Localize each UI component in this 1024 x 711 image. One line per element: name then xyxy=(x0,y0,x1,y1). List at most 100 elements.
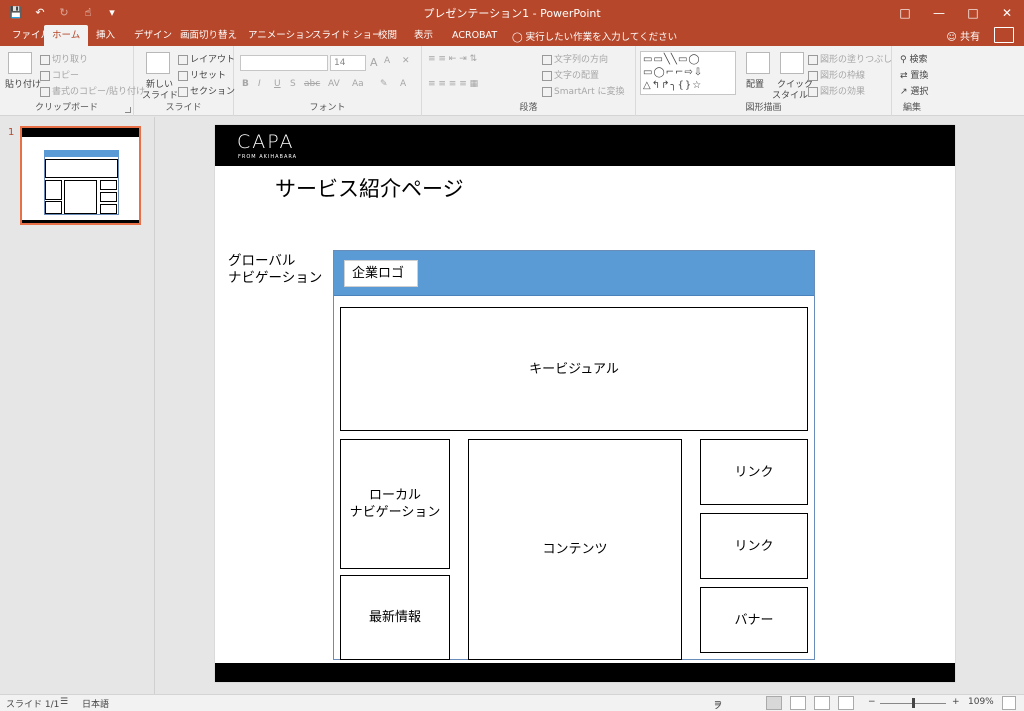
underline-button[interactable]: U xyxy=(274,79,281,89)
ribbon-display-icon[interactable]: □ xyxy=(888,0,922,25)
scissors-icon xyxy=(40,54,50,65)
tab-review[interactable]: 校閲 xyxy=(370,25,405,46)
slide-title[interactable]: サービス紹介ページ xyxy=(275,173,464,203)
thumb-banner xyxy=(100,204,117,214)
strikethrough-button[interactable]: abc xyxy=(304,79,320,89)
font-color-icon[interactable]: A xyxy=(400,79,406,89)
save-icon[interactable]: 💾 xyxy=(6,3,26,21)
comments-icon[interactable] xyxy=(994,27,1014,43)
clear-format-icon[interactable]: ✕ xyxy=(402,56,410,66)
bullets-icon[interactable]: ≡ ≡ ⇤ ⇥ ⇅ xyxy=(428,54,477,64)
quick-access-toolbar: 💾 ↶ ↻ ☝ ▾ xyxy=(6,3,122,21)
wireframe-frame[interactable]: 企業ロゴ キービジュアル ローカル ナビゲーション 最新情報 コンテンツ リンク… xyxy=(333,250,815,660)
format-painter-button[interactable]: 書式のコピー/貼り付け xyxy=(40,84,145,97)
font-name-combo[interactable] xyxy=(240,55,328,71)
editing-group: ⚲ 検索 ⇄ 置換 ↗ 選択 編集 xyxy=(892,46,1024,116)
reading-view-icon[interactable] xyxy=(814,696,830,710)
section-button[interactable]: セクション xyxy=(178,84,235,97)
fit-to-window-icon[interactable] xyxy=(1002,696,1016,710)
find-button[interactable]: ⚲ 検索 xyxy=(900,52,927,65)
slideshow-view-icon[interactable] xyxy=(838,696,854,710)
arrange-icon[interactable] xyxy=(746,52,770,74)
tell-me-search[interactable]: ◯ 実行したい作業を入力してください xyxy=(512,29,677,43)
slides-label: スライド xyxy=(165,103,202,113)
dialog-launcher-icon[interactable] xyxy=(125,107,131,113)
language-indicator[interactable]: 日本語 xyxy=(82,697,109,710)
new-slide-icon[interactable] xyxy=(146,52,170,74)
redo-icon[interactable]: ↻ xyxy=(54,3,74,21)
paste-icon[interactable] xyxy=(8,52,32,74)
shape-outline-button[interactable]: 図形の枠線 xyxy=(808,68,865,81)
tab-transitions[interactable]: 画面切り替え xyxy=(172,25,245,46)
normal-view-icon[interactable] xyxy=(766,696,782,710)
slide-sorter-icon[interactable] xyxy=(790,696,806,710)
font-size-combo[interactable]: 14 xyxy=(330,55,366,71)
reset-icon xyxy=(178,70,188,81)
customize-icon[interactable]: ▾ xyxy=(102,3,122,21)
shadow-button[interactable]: S xyxy=(290,79,296,89)
zoom-out-button[interactable]: − xyxy=(868,697,876,707)
shape-fill-button[interactable]: 図形の塗りつぶし xyxy=(808,52,892,65)
grow-font-button[interactable]: A xyxy=(370,56,378,69)
touch-mode-icon[interactable]: ☝ xyxy=(78,3,98,21)
global-nav-label-line1: グローバル xyxy=(228,253,296,269)
reset-button[interactable]: リセット xyxy=(178,68,226,81)
capa-logo-sub: FROM AKIHABARA xyxy=(238,154,298,160)
shrink-font-button[interactable]: A xyxy=(384,56,390,66)
title-bar: 💾 ↶ ↻ ☝ ▾ プレゼンテーション1 - PowerPoint □ — □ … xyxy=(0,0,1024,25)
section-icon xyxy=(178,86,188,97)
company-logo-box[interactable]: 企業ロゴ xyxy=(344,260,418,287)
char-spacing-button[interactable]: AV xyxy=(328,79,340,89)
person-icon: ☺ xyxy=(946,32,960,43)
minimize-icon[interactable]: — xyxy=(922,0,956,25)
text-direction-button[interactable]: 文字列の方向 xyxy=(542,52,608,65)
arrange-button[interactable]: 配置 xyxy=(746,77,764,90)
undo-icon[interactable]: ↶ xyxy=(30,3,50,21)
tab-home[interactable]: ホーム xyxy=(44,25,89,46)
font-group: 14 A A ✕ B I U S abc AV Aa ✎ A フォント xyxy=(234,46,422,116)
change-case-button[interactable]: Aa xyxy=(352,79,364,89)
slides-group: 新しい スライド レイアウト リセット セクション スライド xyxy=(134,46,235,116)
window-title: プレゼンテーション1 - PowerPoint xyxy=(423,7,601,20)
accessibility-icon[interactable]: ☰ xyxy=(60,697,68,707)
key-visual-box[interactable]: キービジュアル xyxy=(340,307,808,431)
slide-canvas[interactable]: CAPA FROM AKIHABARA サービス紹介ページ グローバル ナビゲー… xyxy=(215,125,955,682)
banner-box[interactable]: バナー xyxy=(700,587,808,653)
brush-icon xyxy=(40,86,50,97)
maximize-icon[interactable]: □ xyxy=(956,0,990,25)
align-text-button[interactable]: 文字の配置 xyxy=(542,68,599,81)
slide-thumbnail[interactable] xyxy=(20,126,141,225)
link-box-2[interactable]: リンク xyxy=(700,513,808,579)
bold-button[interactable]: B xyxy=(242,79,249,89)
tab-insert[interactable]: 挿入 xyxy=(88,25,123,46)
news-box[interactable]: 最新情報 xyxy=(340,575,450,660)
highlight-icon[interactable]: ✎ xyxy=(380,79,388,89)
layout-button[interactable]: レイアウト xyxy=(178,52,235,65)
status-bar: スライド 1/1 ☰ 日本語 ≡ ノート − + 109% xyxy=(0,694,1024,711)
global-nav-label[interactable]: グローバル ナビゲーション xyxy=(228,253,322,287)
link-box-1[interactable]: リンク xyxy=(700,439,808,505)
select-button[interactable]: ↗ 選択 xyxy=(900,84,928,97)
thumb-link2 xyxy=(100,192,117,202)
tab-view[interactable]: 表示 xyxy=(406,25,441,46)
paste-button[interactable]: 貼り付け xyxy=(5,77,41,90)
shape-effects-button[interactable]: 図形の効果 xyxy=(808,84,865,97)
zoom-in-button[interactable]: + xyxy=(952,697,960,707)
cut-button[interactable]: 切り取り xyxy=(40,52,88,65)
copy-button[interactable]: コピー xyxy=(40,68,79,81)
shapes-gallery[interactable]: ▭▭╲╲▭◯ ▭◯⌐⌐⇨⇩ △↰↱╮{}☆ xyxy=(640,51,736,95)
smartart-button[interactable]: SmartArt に変換 xyxy=(542,84,624,97)
ribbon-tabs: ファイル ホーム 挿入 デザイン 画面切り替え アニメーション スライド ショー… xyxy=(0,25,1024,46)
contents-box[interactable]: コンテンツ xyxy=(468,439,682,660)
local-navigation-box[interactable]: ローカル ナビゲーション xyxy=(340,439,450,569)
replace-button[interactable]: ⇄ 置換 xyxy=(900,68,928,81)
tab-acrobat[interactable]: ACROBAT xyxy=(444,25,505,46)
close-icon[interactable]: ✕ xyxy=(990,0,1024,25)
share-button[interactable]: ☺ 共有 xyxy=(946,28,980,43)
zoom-slider-knob[interactable] xyxy=(912,698,915,708)
global-navigation-bar[interactable]: 企業ロゴ xyxy=(334,251,814,296)
align-icons[interactable]: ≡ ≡ ≡ ≡ ▦ xyxy=(428,79,478,89)
zoom-level[interactable]: 109% xyxy=(968,697,994,707)
italic-button[interactable]: I xyxy=(258,79,261,89)
quick-styles-icon[interactable] xyxy=(780,52,804,74)
